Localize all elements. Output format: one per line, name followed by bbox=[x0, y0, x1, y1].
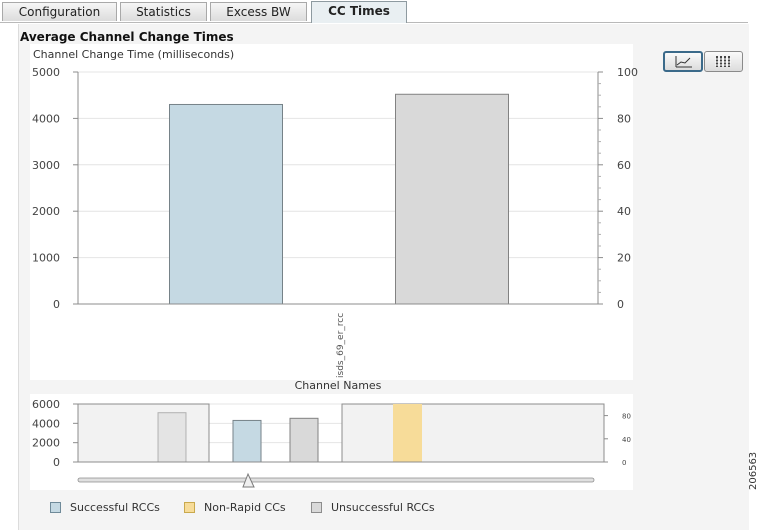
legend-label: Non-Rapid CCs bbox=[204, 501, 286, 514]
y-tick-label: 4000 bbox=[32, 112, 60, 125]
bar bbox=[169, 103, 283, 305]
overview-y-tick-label: 0 bbox=[53, 456, 60, 469]
y2-tick-label: 0 bbox=[617, 298, 624, 311]
overview-bar bbox=[393, 404, 422, 462]
y2-tick-label: 60 bbox=[617, 159, 631, 172]
overview-y2-tick-label: 80 bbox=[622, 413, 631, 421]
legend-swatch bbox=[50, 502, 61, 513]
x-tick-label: isds_69_er_rcc bbox=[336, 313, 346, 378]
overview-y-tick-label: 4000 bbox=[32, 417, 60, 430]
y-tick-label: 2000 bbox=[32, 205, 60, 218]
overview-y-tick-label: 6000 bbox=[32, 398, 60, 411]
y-tick-label: 0 bbox=[53, 298, 60, 311]
y-axis-title: Channel Change Time (milliseconds) bbox=[33, 48, 234, 61]
overview-left-shade bbox=[77, 403, 210, 463]
overview-scroll-track[interactable] bbox=[77, 477, 595, 483]
y-tick-label: 5000 bbox=[32, 66, 60, 79]
figure-number: 206563 bbox=[748, 451, 759, 490]
y2-tick-label: 80 bbox=[617, 112, 631, 125]
legend-swatch bbox=[184, 502, 195, 513]
legend-label: Successful RCCs bbox=[70, 501, 160, 514]
overview-bar bbox=[289, 417, 319, 463]
bar bbox=[395, 93, 509, 305]
y2-tick-label: 40 bbox=[617, 205, 631, 218]
y-tick-label: 3000 bbox=[32, 159, 60, 172]
overview-y2-tick-label: 0 bbox=[622, 459, 626, 467]
x-axis-title: Channel Names bbox=[295, 379, 382, 392]
chart-area: Channel Change Time (milliseconds) 01000… bbox=[30, 44, 638, 490]
overview-right-shade bbox=[341, 403, 605, 463]
legend-swatch bbox=[311, 502, 322, 513]
overview-bar bbox=[232, 419, 262, 463]
y2-tick-label: 100 bbox=[617, 66, 638, 79]
y2-tick-label: 20 bbox=[617, 252, 631, 265]
legend-label: Unsuccessful RCCs bbox=[331, 501, 435, 514]
overview-bar bbox=[157, 412, 187, 463]
main-plot-background bbox=[30, 44, 633, 380]
y-tick-label: 1000 bbox=[32, 252, 60, 265]
overview-y-tick-label: 2000 bbox=[32, 437, 60, 450]
overview-y2-tick-label: 40 bbox=[622, 436, 631, 444]
